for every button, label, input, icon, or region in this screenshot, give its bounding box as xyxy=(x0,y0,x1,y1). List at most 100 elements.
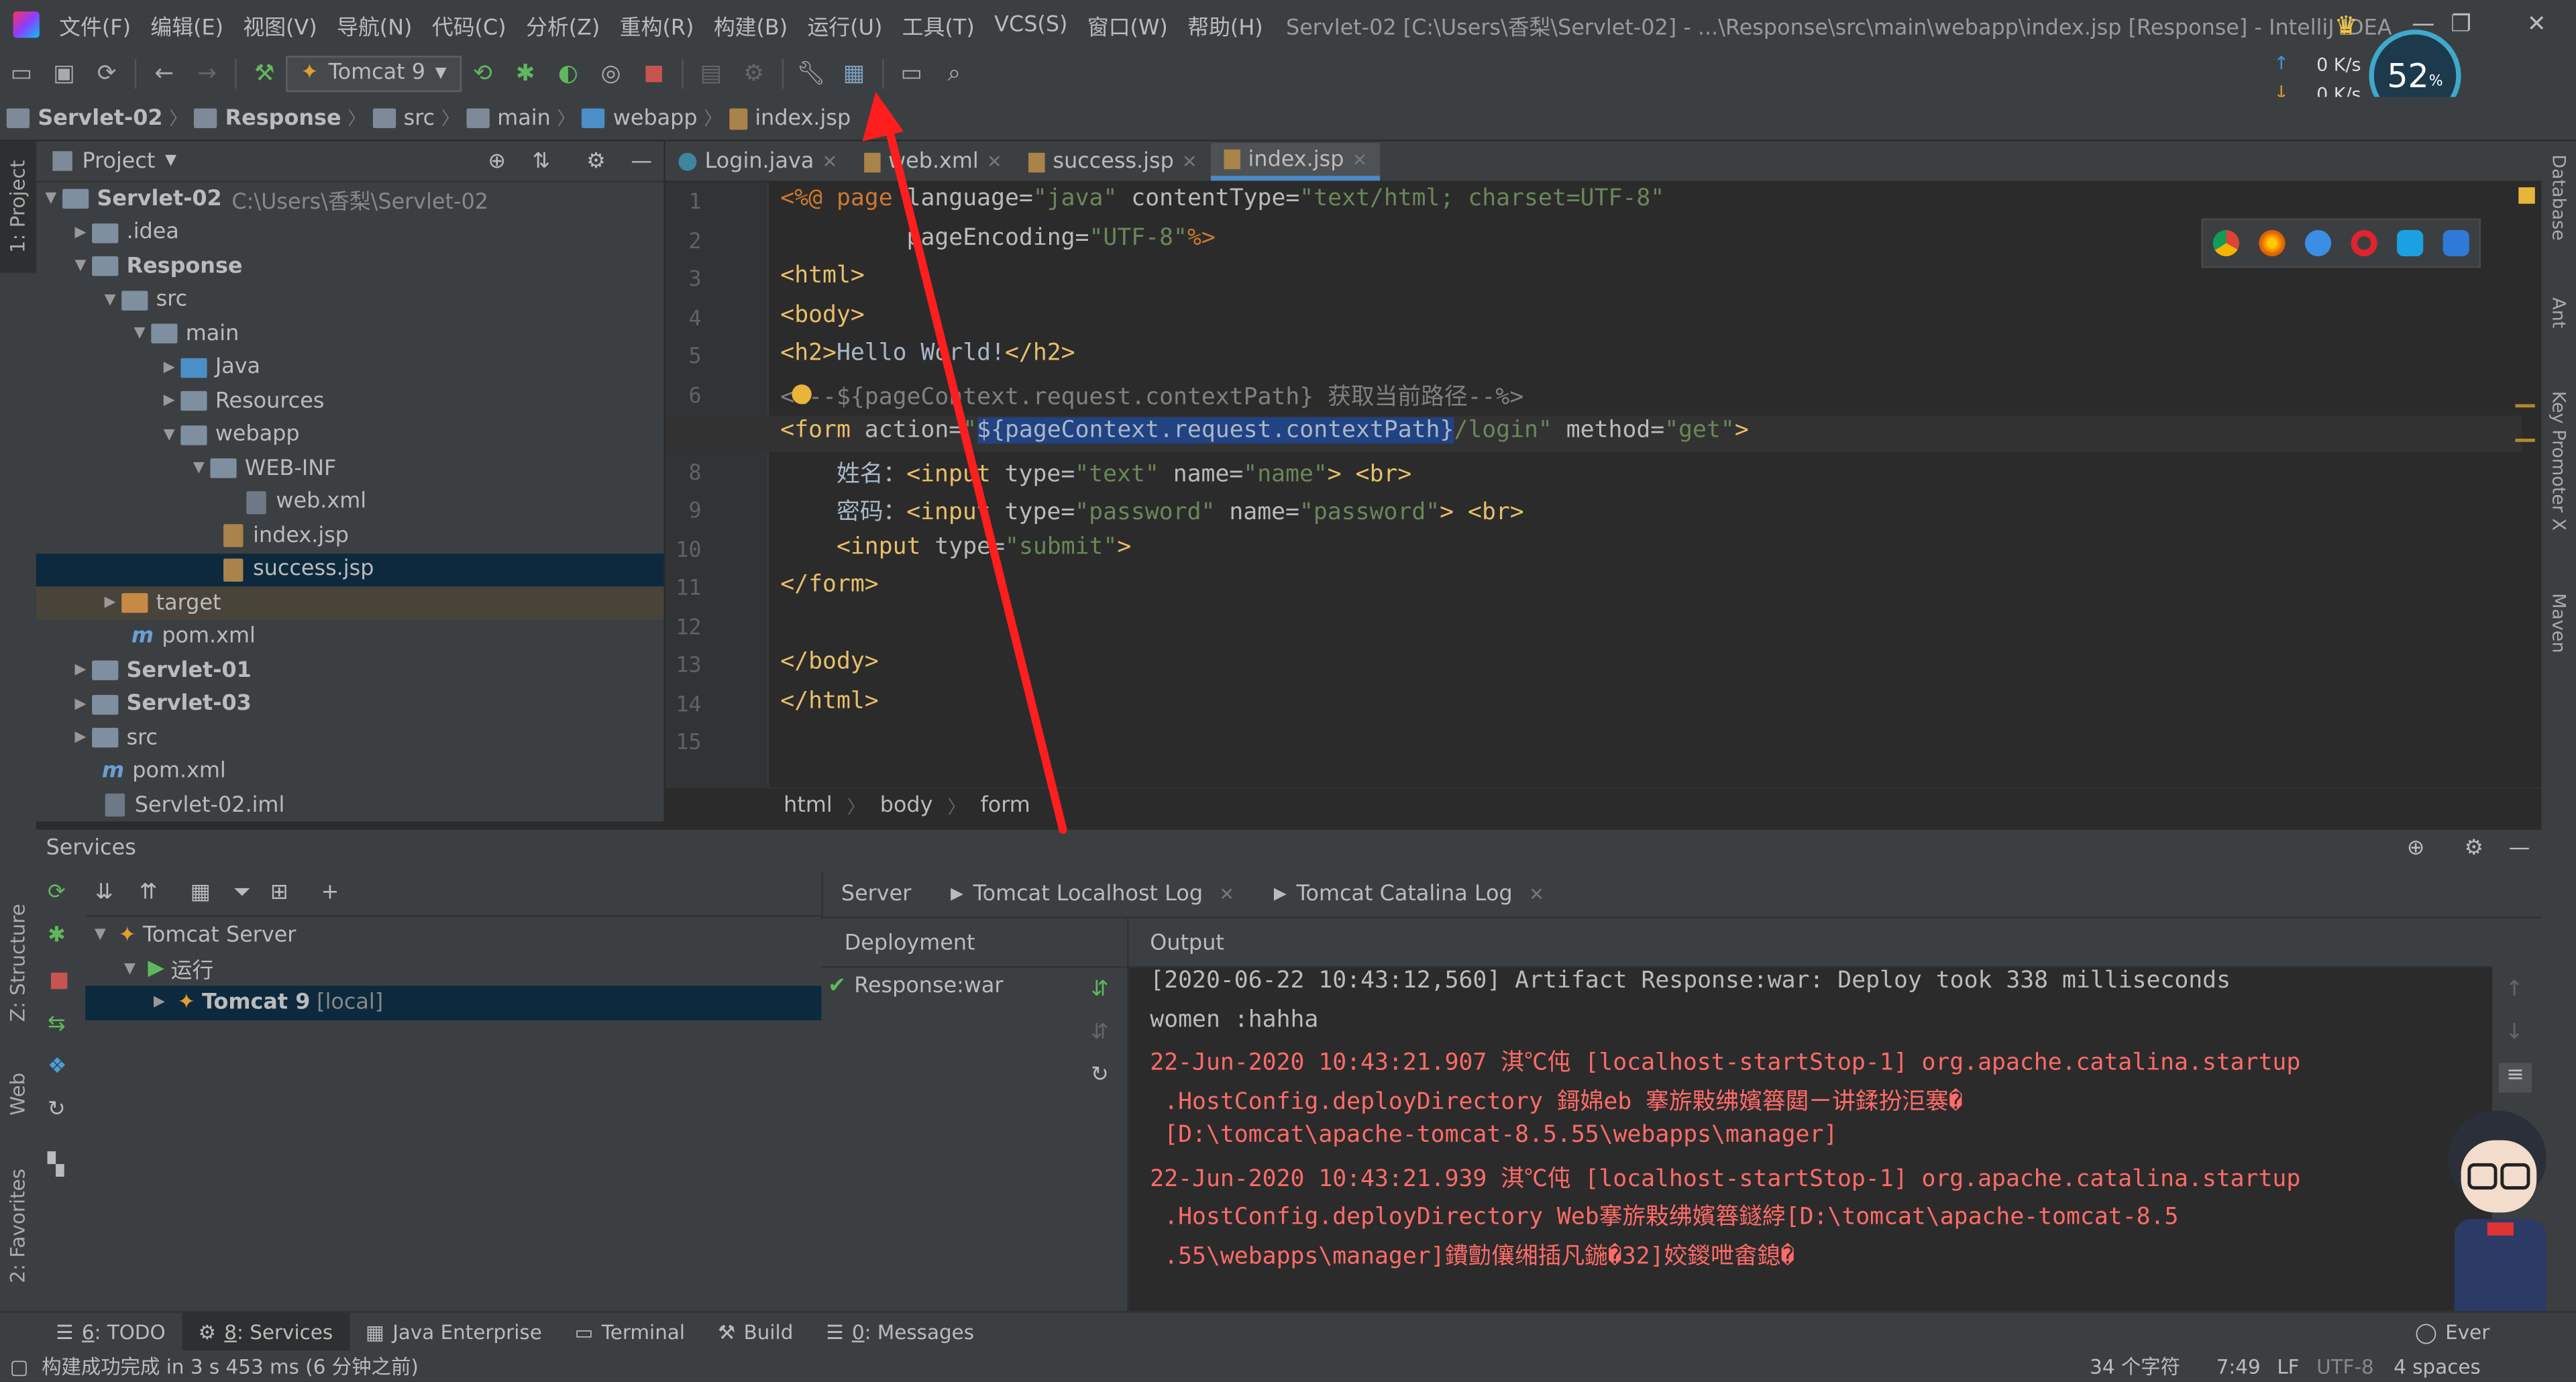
structure-tool-tab[interactable]: Z: Structure xyxy=(0,889,36,1036)
attach-icon[interactable]: ▤ xyxy=(690,54,733,93)
code-line[interactable]: </html> xyxy=(780,688,878,714)
ant-tool-tab[interactable]: Ant xyxy=(2542,297,2576,363)
code-line[interactable]: pageEncoding="UTF-8"%> xyxy=(780,224,1216,250)
terminal-window-icon[interactable]: ▭ xyxy=(890,54,933,93)
tree-item[interactable]: ▼ Response xyxy=(36,250,664,282)
soft-wrap-icon[interactable]: ≡ xyxy=(2498,1063,2532,1093)
tab-success-jsp[interactable]: success.jsp ✕ xyxy=(1015,143,1210,180)
menu-view[interactable]: 视图(V) xyxy=(233,9,327,40)
tree-item[interactable]: m pom.xml xyxy=(36,755,664,788)
add-icon[interactable]: + xyxy=(321,880,339,904)
tree-item[interactable]: ▼ src xyxy=(36,283,664,316)
menu-file[interactable]: 文件(F) xyxy=(49,9,140,40)
tab-index-jsp[interactable]: index.jsp ✕ xyxy=(1210,143,1381,181)
save-icon[interactable]: ▣ xyxy=(43,54,86,93)
rerun-icon[interactable]: ⟲ xyxy=(462,54,504,93)
todo-tool-tab[interactable]: ☰ 6: TODO xyxy=(40,1313,182,1352)
messages-tool-tab[interactable]: ☰ 0: Messages xyxy=(810,1313,991,1352)
collapse-all-icon[interactable]: ⇅ xyxy=(532,149,550,174)
close-tab-icon[interactable]: ✕ xyxy=(1352,149,1368,170)
favorites-tool-tab[interactable]: 2: Favorites xyxy=(0,1152,36,1299)
warning-marker-icon[interactable] xyxy=(2518,187,2535,204)
ie-icon[interactable] xyxy=(2397,229,2424,257)
breadcrumb-response[interactable]: Response xyxy=(187,106,347,131)
service-running-group[interactable]: ▼ ▶ 运行 xyxy=(118,952,213,985)
scroll-down-icon[interactable]: ↓ xyxy=(2506,1020,2524,1045)
project-structure-icon[interactable]: ▦ xyxy=(833,54,875,93)
close-tab-icon[interactable]: ✕ xyxy=(1220,883,1235,904)
collapse-all-icon[interactable]: ⇈ xyxy=(140,880,158,904)
menu-help[interactable]: 帮助(H) xyxy=(1178,9,1273,40)
code-line[interactable]: <body> xyxy=(780,301,865,327)
lightbulb-icon[interactable] xyxy=(792,384,812,405)
gear-icon[interactable]: ⚙ xyxy=(586,149,606,174)
tree-item[interactable]: index.jsp xyxy=(36,519,664,552)
back-icon[interactable]: ← xyxy=(143,54,186,93)
opera-icon[interactable] xyxy=(2351,229,2377,257)
coverage-disabled-icon[interactable]: ⚙ xyxy=(733,54,775,93)
new-tab-icon[interactable]: ⊞ xyxy=(270,880,288,904)
group-icon[interactable]: ▦ xyxy=(191,880,211,904)
gear-icon[interactable]: ⚙ xyxy=(2464,835,2483,860)
web-tool-tab[interactable]: Web xyxy=(0,1053,36,1135)
tree-item[interactable]: ▼ main xyxy=(36,317,664,350)
code-line[interactable]: 密码：<input type="password" name="password… xyxy=(780,494,1524,527)
menu-tools[interactable]: 工具(T) xyxy=(892,9,984,40)
debug-icon[interactable]: ✱ xyxy=(504,54,547,93)
tree-item[interactable]: ▼ webapp xyxy=(36,418,664,451)
menu-window[interactable]: 窗口(W) xyxy=(1077,9,1177,40)
tab-web-xml[interactable]: web.xml ✕ xyxy=(851,143,1015,180)
debug-icon[interactable]: ✱ xyxy=(48,923,66,948)
menu-code[interactable]: 代码(C) xyxy=(422,9,516,40)
file-encoding[interactable]: UTF-8 xyxy=(2316,1354,2374,1377)
error-stripe[interactable] xyxy=(2515,438,2535,442)
menu-analyze[interactable]: 分析(Z) xyxy=(516,9,610,40)
close-tab-icon[interactable]: ✕ xyxy=(987,151,1002,172)
service-tomcat9[interactable]: ▶ ✦ Tomcat 9 [local] xyxy=(148,986,383,1018)
locate-icon[interactable]: ⊕ xyxy=(488,149,506,174)
forward-icon[interactable]: → xyxy=(186,54,229,93)
refresh-icon[interactable]: ↻ xyxy=(48,1098,66,1122)
code-line[interactable]: <html> xyxy=(780,263,865,289)
deployment-item[interactable]: ✔ Response:war xyxy=(828,974,1003,999)
run-config-select[interactable]: ✦ Tomcat 9 ▼ xyxy=(286,55,462,91)
tab-catalina-log[interactable]: ▶ Tomcat Catalina Log ✕ xyxy=(1254,882,1564,906)
crumb-body[interactable]: body xyxy=(880,794,933,818)
tree-item[interactable]: ▶ Java xyxy=(36,351,664,384)
menu-refactor[interactable]: 重构(R) xyxy=(610,9,704,40)
filter-icon[interactable]: ⏷ xyxy=(233,880,250,904)
redeploy-icon[interactable]: ⇵ xyxy=(1091,977,1109,1002)
caret-position[interactable]: 7:49 xyxy=(2216,1354,2261,1377)
chevron-down-icon[interactable]: ▼ xyxy=(165,153,176,169)
tree-item[interactable]: ▼ Servlet-02 C:\Users\香梨\Servlet-02 xyxy=(36,182,664,215)
firefox-icon[interactable] xyxy=(2259,229,2286,257)
hide-panel-icon[interactable]: — xyxy=(631,149,652,174)
menu-run[interactable]: 运行(U) xyxy=(798,9,892,40)
undeploy-icon[interactable]: ⇵ xyxy=(1091,1020,1109,1045)
deploy-icon[interactable]: ⇆ xyxy=(48,1012,66,1037)
menu-vcs[interactable]: VCS(S) xyxy=(984,12,1077,37)
code-line[interactable]: </form> xyxy=(780,572,878,598)
edge-icon[interactable] xyxy=(2443,229,2469,257)
layout-icon[interactable]: ▚ xyxy=(48,1153,64,1178)
status-message[interactable]: 构建成功完成 in 3 s 453 ms (6 分钟之前) xyxy=(42,1352,419,1381)
close-icon[interactable]: ✕ xyxy=(2499,0,2575,49)
breadcrumb-index-jsp[interactable]: index.jsp xyxy=(722,106,857,131)
breadcrumb-main[interactable]: main xyxy=(460,106,557,131)
close-tab-icon[interactable]: ✕ xyxy=(1182,151,1197,172)
globe-icon[interactable]: ⊕ xyxy=(2407,835,2425,860)
tree-item[interactable]: ▼ WEB-INF xyxy=(36,451,664,484)
stop-icon[interactable] xyxy=(50,972,68,990)
services-tool-tab[interactable]: ⚙ 8: Services xyxy=(182,1312,350,1352)
hide-panel-icon[interactable]: — xyxy=(2509,835,2530,860)
scroll-up-icon[interactable]: ↑ xyxy=(2506,977,2524,1002)
code-line[interactable]: 姓名：<input type="text" name="name"> <br> xyxy=(780,456,1411,489)
breadcrumb-src[interactable]: src xyxy=(366,106,441,131)
build-tool-tab[interactable]: ⚒ Build xyxy=(701,1313,809,1352)
menu-edit[interactable]: 编辑(E) xyxy=(141,9,233,40)
tab-login-java[interactable]: Login.java ✕ xyxy=(665,143,851,180)
tree-item[interactable]: web.xml xyxy=(36,486,664,519)
chrome-icon[interactable] xyxy=(2212,229,2239,257)
tree-item[interactable]: ▶ src xyxy=(36,721,664,754)
error-stripe[interactable] xyxy=(2515,404,2535,408)
